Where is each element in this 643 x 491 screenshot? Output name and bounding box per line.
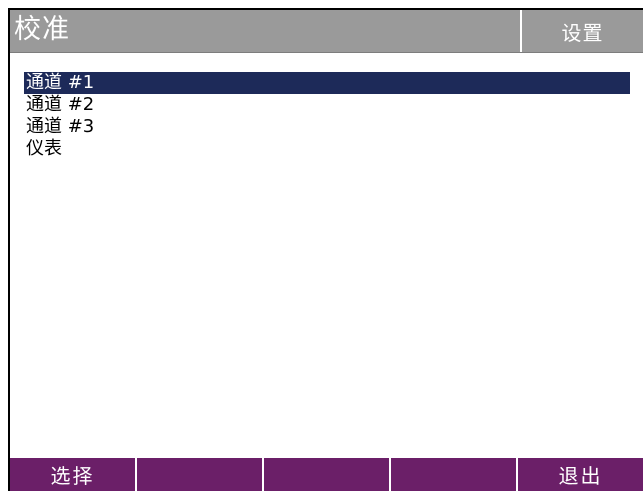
title-bar: 校准 设置 <box>10 10 643 53</box>
menu-item-meter[interactable]: 仪表 <box>24 138 630 160</box>
exit-softkey[interactable]: 退出 <box>516 458 643 491</box>
softkey-2[interactable] <box>135 458 262 491</box>
setup-button[interactable]: 设置 <box>520 10 643 52</box>
page-title: 校准 <box>14 14 70 45</box>
softkey-bar: 选择 退出 <box>10 457 643 491</box>
calibration-screen: 校准 设置 通道 #1 通道 #2 通道 #3 仪表 选择 退出 <box>8 8 643 491</box>
select-softkey[interactable]: 选择 <box>10 458 135 491</box>
menu-item-channel-2[interactable]: 通道 #2 <box>24 94 630 116</box>
menu-item-channel-1[interactable]: 通道 #1 <box>24 72 630 94</box>
menu-item-channel-3[interactable]: 通道 #3 <box>24 116 630 138</box>
softkey-4[interactable] <box>389 458 516 491</box>
softkey-3[interactable] <box>262 458 389 491</box>
calibration-menu: 通道 #1 通道 #2 通道 #3 仪表 <box>24 72 630 160</box>
